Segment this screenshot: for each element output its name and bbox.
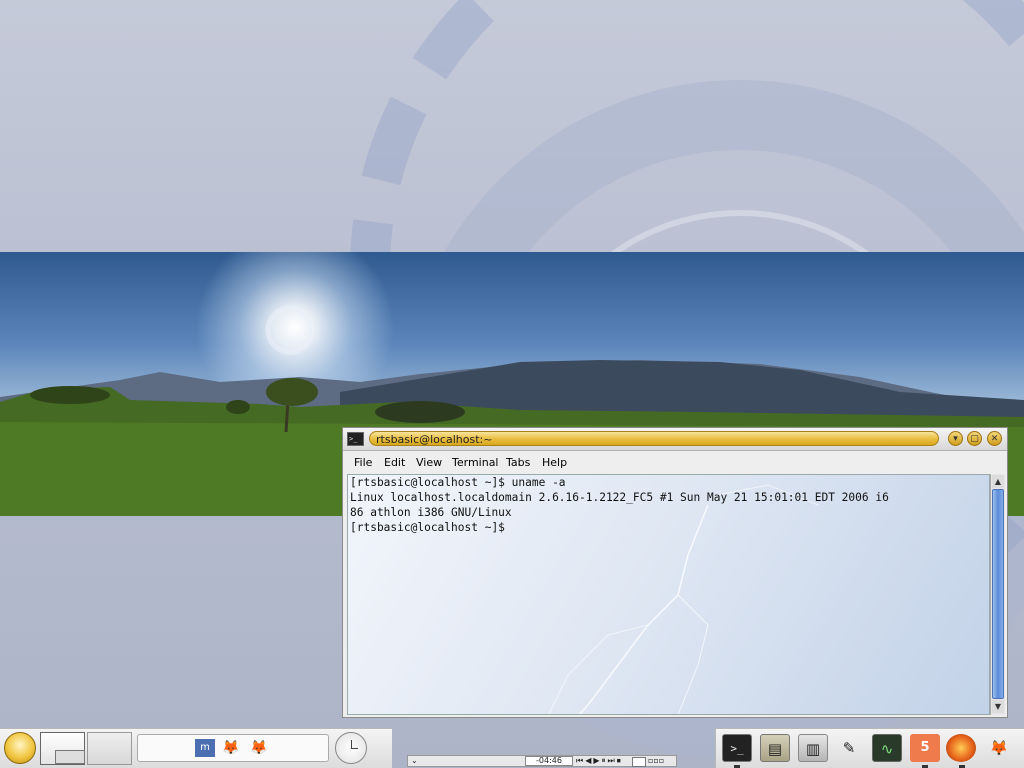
media-menu-icon[interactable]: ⌄ (411, 756, 418, 766)
media-player-bar[interactable]: ⌄ -04:46 ⏮◀▶⏸⏭⏹ ▫▫▫ (407, 755, 677, 767)
scroll-up-icon[interactable]: ▲ (992, 475, 1004, 488)
clock-icon[interactable] (335, 732, 367, 764)
scrollbar-thumb[interactable] (992, 489, 1004, 699)
window-title[interactable]: rtsbasic@localhost:~ (369, 431, 939, 446)
taskbar-tasklist[interactable]: m 🦊 🦊 (137, 734, 329, 762)
text-editor-icon[interactable]: ✎ (834, 734, 864, 762)
menu-file[interactable]: File (354, 456, 372, 469)
media-time: -04:46 (525, 756, 573, 766)
pager-window-preview (55, 750, 85, 764)
media-min-icon[interactable]: ▫▫▫ (648, 756, 664, 766)
scroll-down-icon[interactable]: ▼ (992, 700, 1004, 713)
maximize-icon[interactable]: ▢ (967, 431, 982, 446)
menu-tabs[interactable]: Tabs (506, 456, 530, 469)
disk-drive-icon[interactable]: ▥ (798, 734, 828, 762)
terminal-line: [rtsbasic@localhost ~]$ uname -a (350, 476, 566, 489)
system-monitor-icon[interactable]: ∿ (872, 734, 902, 762)
file-cabinet-icon[interactable]: ▤ (760, 734, 790, 762)
app-5-icon[interactable]: 5 (910, 734, 940, 762)
minimize-icon[interactable]: ▾ (948, 431, 963, 446)
terminal-scrollbar[interactable]: ▲ ▼ (990, 474, 1005, 715)
gimp-icon[interactable]: 🦊 (249, 739, 269, 757)
menu-view[interactable]: View (416, 456, 442, 469)
menubar: File Edit View Terminal Tabs Help (343, 451, 1007, 473)
desktop-pager-2[interactable] (87, 732, 132, 765)
clock-hand (351, 748, 358, 749)
firefox-icon[interactable] (946, 734, 976, 762)
gimp-icon[interactable]: 🦊 (984, 734, 1014, 762)
system-tray: >_ ▤ ▥ ✎ ∿ 5 🦊 (715, 728, 1024, 768)
terminal-icon[interactable]: >_ (347, 432, 364, 446)
terminal-titlebar[interactable]: >_ rtsbasic@localhost:~ ▾ ▢ ✕ (343, 428, 1007, 451)
m-app-icon[interactable]: m (195, 739, 215, 757)
desktop-pager-1[interactable] (40, 732, 85, 765)
terminal-line: Linux localhost.localdomain 2.6.16-1.212… (350, 491, 889, 504)
taskbar: m 🦊 🦊 (0, 728, 392, 768)
terminal-line: [rtsbasic@localhost ~]$ (350, 521, 505, 534)
terminal-window[interactable]: >_ rtsbasic@localhost:~ ▾ ▢ ✕ File Edit … (342, 427, 1008, 718)
k-menu-icon[interactable] (4, 732, 36, 764)
media-controls[interactable]: ⏮◀▶⏸⏭⏹ (576, 756, 623, 766)
terminal-line: 86 athlon i386 GNU/Linux (350, 506, 512, 519)
close-icon[interactable]: ✕ (987, 431, 1002, 446)
gimp-icon[interactable]: 🦊 (221, 739, 241, 757)
media-volume-slider[interactable] (632, 757, 646, 767)
menu-help[interactable]: Help (542, 456, 567, 469)
terminal-output[interactable]: [rtsbasic@localhost ~]$ uname -a Linux l… (347, 474, 990, 715)
terminal-icon[interactable]: >_ (722, 734, 752, 762)
menu-edit[interactable]: Edit (384, 456, 405, 469)
menu-terminal[interactable]: Terminal (452, 456, 499, 469)
